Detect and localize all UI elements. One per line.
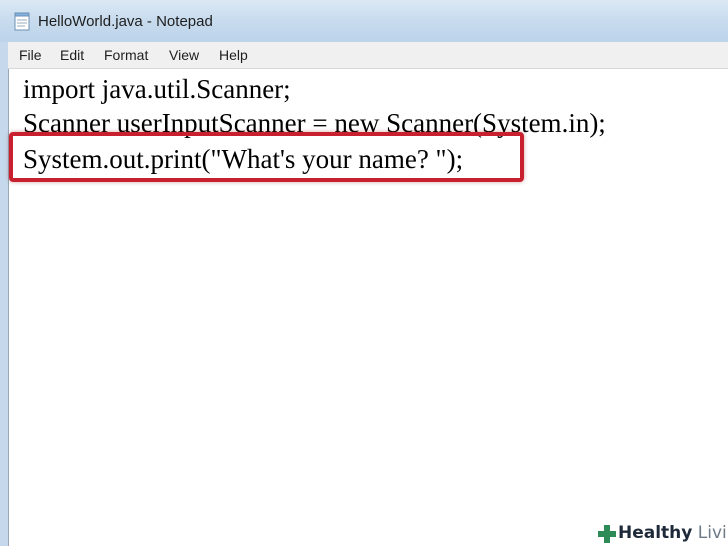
menu-format[interactable]: Format [104, 47, 148, 63]
menu-file[interactable]: File [19, 47, 42, 63]
menu-bar: File Edit Format View Help [8, 42, 728, 69]
watermark-brand-light: Living [697, 523, 728, 543]
code-line-1: import java.util.Scanner; [23, 74, 291, 104]
menu-edit[interactable]: Edit [60, 47, 84, 63]
window-frame-left [0, 42, 8, 546]
cross-icon [598, 525, 616, 543]
menu-view[interactable]: View [169, 47, 199, 63]
title-bar[interactable]: HelloWorld.java - Notepad [0, 0, 728, 42]
watermark-brand-bold: Healthy [618, 523, 693, 543]
menu-help[interactable]: Help [219, 47, 248, 63]
highlight-annotation-box [9, 132, 524, 182]
window-title: HelloWorld.java - Notepad [38, 13, 213, 30]
watermark-text: Healthy Living [618, 523, 728, 543]
watermark-logo: Healthy Living [596, 520, 728, 546]
notepad-icon [14, 12, 30, 31]
